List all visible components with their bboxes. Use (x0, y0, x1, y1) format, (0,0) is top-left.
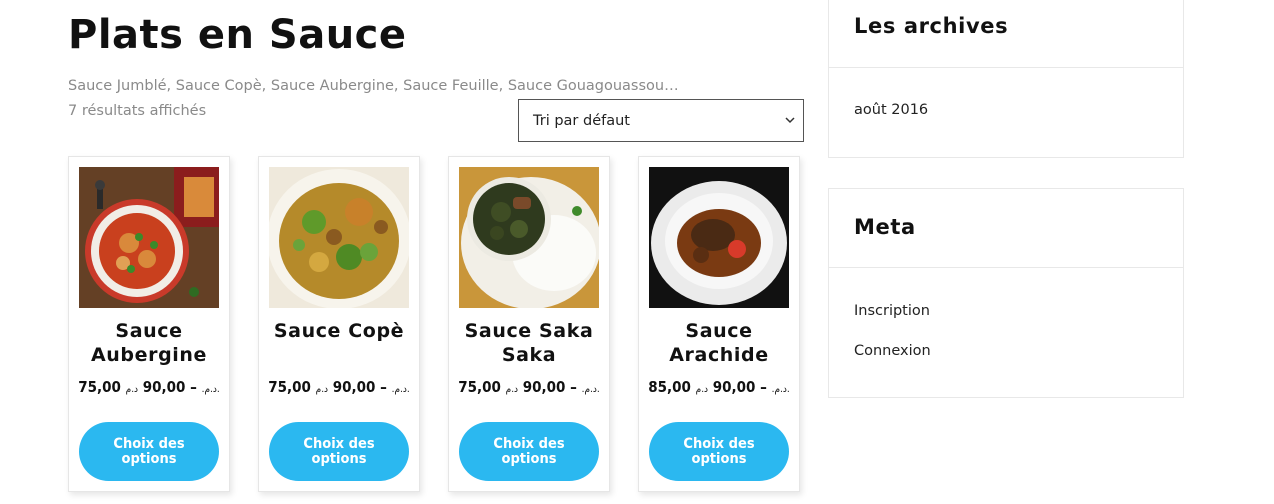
meta-widget: Meta Inscription Connexion (828, 188, 1184, 398)
sort-select[interactable]: Tri par défaut (518, 99, 804, 142)
archives-widget-title: Les archives (854, 14, 1009, 38)
currency: د.م. (391, 384, 408, 395)
price-min: 75,00 (268, 378, 311, 396)
sauce-aubergine-photo[interactable] (79, 167, 219, 308)
choose-options-button[interactable]: Choix des options (79, 422, 219, 481)
product-price: 75,00 د.م. – 90,00 د.م. (263, 378, 415, 396)
product-card: Sauce Copè 75,00 د.م. – 90,00 د.م. Choix… (258, 156, 420, 492)
currency: د.م. (201, 384, 218, 395)
sauce-arachide-photo[interactable] (649, 167, 789, 308)
product-name[interactable]: Sauce Copè (263, 319, 415, 343)
category-description: Sauce Jumblé, Sauce Copè, Sauce Aubergin… (68, 78, 679, 94)
choose-options-button[interactable]: Choix des options (269, 422, 409, 481)
product-card: Sauce Saka Saka 75,00 د.م. – 90,00 د.م. … (448, 156, 610, 492)
price-min: 85,00 (648, 378, 691, 396)
currency: د.م. (581, 384, 598, 395)
price-max: 90,00 (522, 378, 566, 396)
price-min: 75,00 (78, 378, 121, 396)
price-min: 75,00 (458, 378, 501, 396)
currency: د.م. (771, 384, 788, 395)
sort-selected-value: Tri par défaut (533, 112, 630, 129)
product-card: Sauce Arachide 85,00 د.م. – 90,00 د.م. C… (638, 156, 800, 492)
product-name[interactable]: Sauce Saka Saka (453, 319, 605, 367)
price-max: 90,00 (332, 378, 376, 396)
divider (829, 67, 1183, 68)
product-card: Sauce Aubergine 75,00 د.م. – 90,00 د.م. … (68, 156, 230, 492)
product-price: 75,00 د.م. – 90,00 د.م. (73, 378, 225, 396)
archive-link[interactable]: août 2016 (854, 102, 928, 118)
shop-main: Plats en Sauce Sauce Jumblé, Sauce Copè,… (68, 0, 808, 504)
login-link[interactable]: Connexion (854, 343, 931, 359)
product-name[interactable]: Sauce Aubergine (73, 319, 225, 367)
price-max: 90,00 (712, 378, 756, 396)
divider (829, 267, 1183, 268)
choose-options-button[interactable]: Choix des options (459, 422, 599, 481)
archives-widget: Les archives août 2016 (828, 0, 1184, 158)
product-price: 75,00 د.م. – 90,00 د.م. (453, 378, 605, 396)
price-dash: – (570, 378, 577, 396)
product-name[interactable]: Sauce Arachide (643, 319, 795, 367)
price-max: 90,00 (142, 378, 186, 396)
page-title: Plats en Sauce (68, 12, 407, 58)
sauce-cope-photo[interactable] (269, 167, 409, 308)
choose-options-button[interactable]: Choix des options (649, 422, 789, 481)
result-count: 7 résultats affichés (68, 103, 207, 119)
meta-widget-title: Meta (854, 215, 916, 239)
sauce-saka-saka-photo[interactable] (459, 167, 599, 308)
product-grid: Sauce Aubergine 75,00 د.م. – 90,00 د.م. … (68, 156, 808, 496)
price-dash: – (380, 378, 387, 396)
register-link[interactable]: Inscription (854, 303, 930, 319)
chevron-down-icon (785, 117, 795, 124)
price-dash: – (760, 378, 767, 396)
product-price: 85,00 د.م. – 90,00 د.م. (643, 378, 795, 396)
price-dash: – (190, 378, 197, 396)
